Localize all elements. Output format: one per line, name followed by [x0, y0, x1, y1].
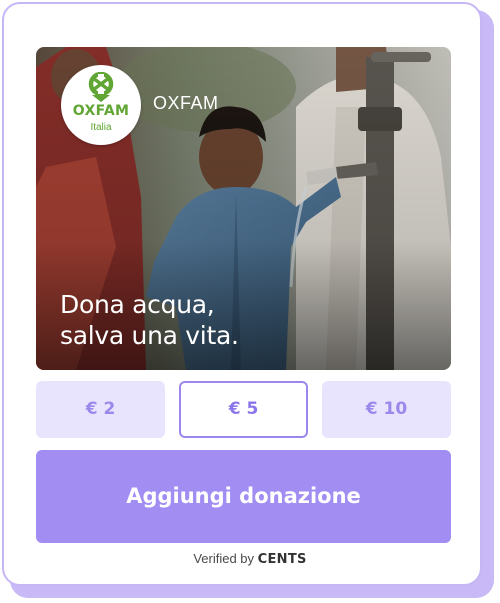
logo-wordmark: OXFAM — [72, 103, 130, 119]
hero-image: OXFAM Italia OXFAM Dona acqua, salva una… — [36, 47, 451, 370]
campaign-headline: Dona acqua, salva una vita. — [60, 289, 239, 351]
add-donation-button[interactable]: Aggiungi donazione — [36, 450, 451, 543]
oxfam-logo: OXFAM Italia — [61, 65, 141, 145]
oxfam-mark-icon — [88, 72, 114, 102]
org-name: OXFAM — [153, 93, 219, 113]
amount-options: € 2 € 5 € 10 — [36, 381, 451, 438]
logo-subtext: Italia — [90, 122, 112, 133]
headline-line-2: salva una vita. — [60, 321, 239, 350]
verified-label: Verified by — [193, 551, 255, 566]
amount-option-2[interactable]: € 2 — [36, 381, 165, 438]
headline-line-1: Dona acqua, — [60, 290, 215, 319]
amount-option-5-selected[interactable]: € 5 — [179, 381, 308, 438]
cents-brand: CENTS — [257, 552, 307, 567]
amount-option-10[interactable]: € 10 — [322, 381, 451, 438]
verified-by-footer: Verified by CENTS — [0, 551, 500, 567]
